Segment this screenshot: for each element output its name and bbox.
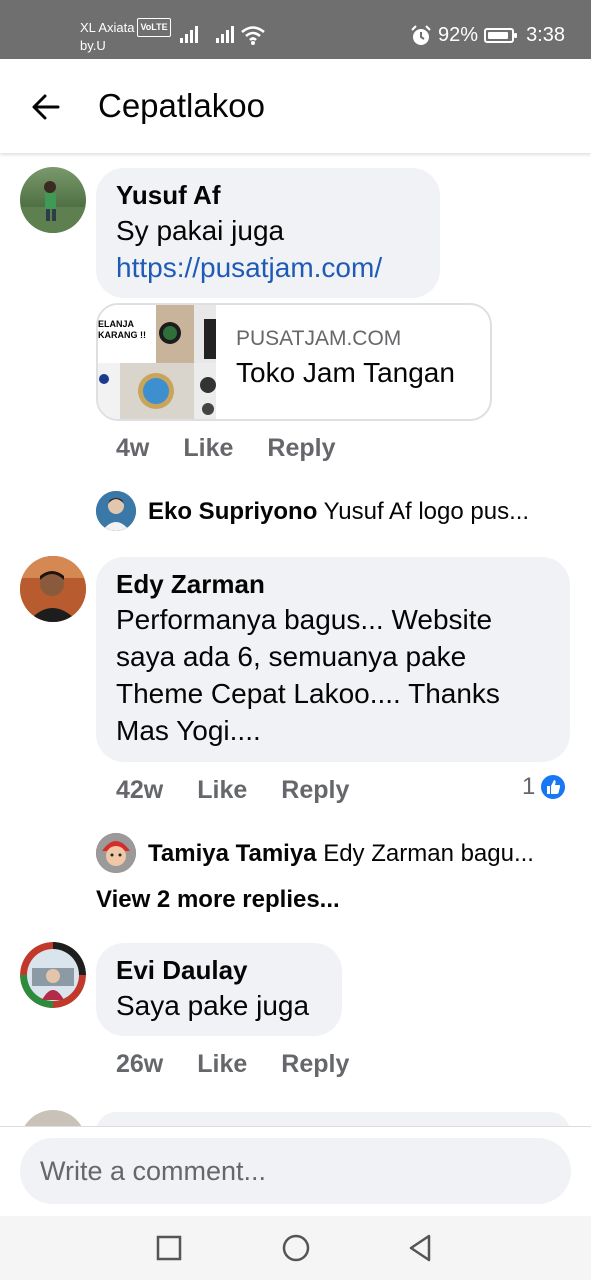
comment-text-line: Performanya bagus... Website bbox=[116, 604, 493, 635]
app-header: Cepatlakoo bbox=[0, 59, 591, 153]
link-title: Toko Jam Tangan bbox=[236, 357, 455, 388]
thumbnail-text: ELANJA KARANG !! bbox=[98, 319, 146, 340]
like-button[interactable]: Like bbox=[197, 776, 247, 805]
comment-text-line: Theme Cepat Lakoo.... Thanks bbox=[116, 678, 500, 709]
comment-timestamp[interactable]: 42w bbox=[116, 776, 163, 805]
comment-composer[interactable] bbox=[20, 1138, 571, 1204]
recent-apps-icon[interactable] bbox=[153, 1232, 185, 1264]
comment-input[interactable] bbox=[20, 1138, 571, 1204]
signal-icon bbox=[216, 26, 236, 43]
status-bar: XL Axiata VoLTE by.U 92% 3:38 bbox=[0, 0, 591, 59]
reaction-summary[interactable]: 1 bbox=[522, 773, 568, 801]
avatar[interactable] bbox=[20, 942, 86, 1008]
avatar[interactable] bbox=[20, 167, 86, 233]
comment-text: Sy pakai juga bbox=[116, 215, 285, 246]
like-button[interactable]: Like bbox=[197, 1050, 247, 1079]
battery-percent: 92% bbox=[438, 24, 479, 46]
reply-author[interactable]: Tamiya Tamiya bbox=[148, 840, 317, 867]
link-preview-thumbnail: ELANJA KARANG !! bbox=[98, 305, 216, 419]
alarm-icon bbox=[411, 24, 431, 45]
signal-icon bbox=[180, 26, 200, 43]
comment-timestamp[interactable]: 26w bbox=[116, 1050, 163, 1079]
carrier-name: XL Axiata bbox=[80, 20, 135, 35]
reply-button[interactable]: Reply bbox=[281, 776, 349, 805]
volte-badge: VoLTE bbox=[137, 18, 171, 37]
reply-button[interactable]: Reply bbox=[281, 1050, 349, 1079]
status-right: 92% 3:38 bbox=[410, 24, 565, 47]
clock: 3:38 bbox=[526, 24, 565, 46]
home-icon[interactable] bbox=[280, 1232, 312, 1264]
link-preview-card[interactable]: ELANJA KARANG !! PUSATJAM.COM Toko Jam Ta… bbox=[96, 303, 492, 421]
comment-link[interactable]: https://pusatjam.com/ bbox=[116, 249, 420, 286]
reply-text: Yusuf Af logo pus... bbox=[323, 498, 530, 525]
avatar[interactable] bbox=[96, 833, 136, 873]
comment-actions: 26w Like Reply bbox=[116, 1050, 349, 1079]
avatar[interactable] bbox=[96, 491, 136, 531]
back-arrow-icon[interactable] bbox=[30, 91, 62, 123]
reply-author[interactable]: Eko Supriyono bbox=[148, 498, 317, 525]
comment-actions: 4w Like Reply bbox=[116, 434, 335, 463]
reply-preview[interactable]: Tamiya Tamiya Edy Zarman bagu... bbox=[148, 840, 568, 868]
reaction-count: 1 bbox=[522, 773, 536, 800]
like-reaction-icon bbox=[539, 773, 568, 801]
like-button[interactable]: Like bbox=[183, 434, 233, 463]
comment-text-line: Mas Yogi.... bbox=[116, 715, 261, 746]
commenter-name[interactable]: Edy Zarman bbox=[116, 567, 550, 601]
reply-button[interactable]: Reply bbox=[267, 434, 335, 463]
comment-bubble: Yusuf Af Sy pakai juga https://pusatjam.… bbox=[96, 168, 440, 298]
comment-composer-bar bbox=[0, 1126, 591, 1216]
page-title: Cepatlakoo bbox=[98, 87, 265, 124]
commenter-name[interactable]: Evi Daulay bbox=[116, 953, 322, 987]
comment-bubble: Evi Daulay Saya pake juga bbox=[96, 943, 342, 1036]
wifi-icon bbox=[241, 26, 265, 45]
reply-text: Edy Zarman bagu... bbox=[323, 840, 534, 867]
carrier-sub: by.U bbox=[80, 38, 106, 53]
carrier-info: XL Axiata VoLTE by.U bbox=[80, 18, 171, 54]
comment-timestamp[interactable]: 4w bbox=[116, 434, 149, 463]
view-more-replies[interactable]: View 2 more replies... bbox=[96, 886, 340, 914]
battery-icon bbox=[484, 28, 518, 43]
avatar[interactable] bbox=[20, 556, 86, 622]
system-nav-bar bbox=[0, 1216, 591, 1280]
comment-text-line: saya ada 6, semuanya pake bbox=[116, 641, 467, 672]
reply-preview[interactable]: Eko Supriyono Yusuf Af logo pus... bbox=[148, 498, 568, 526]
comment-bubble: Edy Zarman Performanya bagus... Website … bbox=[96, 557, 570, 762]
commenter-name[interactable]: Yusuf Af bbox=[116, 178, 420, 212]
link-domain: PUSATJAM.COM bbox=[236, 327, 402, 350]
comment-text: Saya pake juga bbox=[116, 990, 310, 1021]
comment-actions: 42w Like Reply bbox=[116, 776, 349, 805]
back-icon[interactable] bbox=[405, 1232, 437, 1264]
